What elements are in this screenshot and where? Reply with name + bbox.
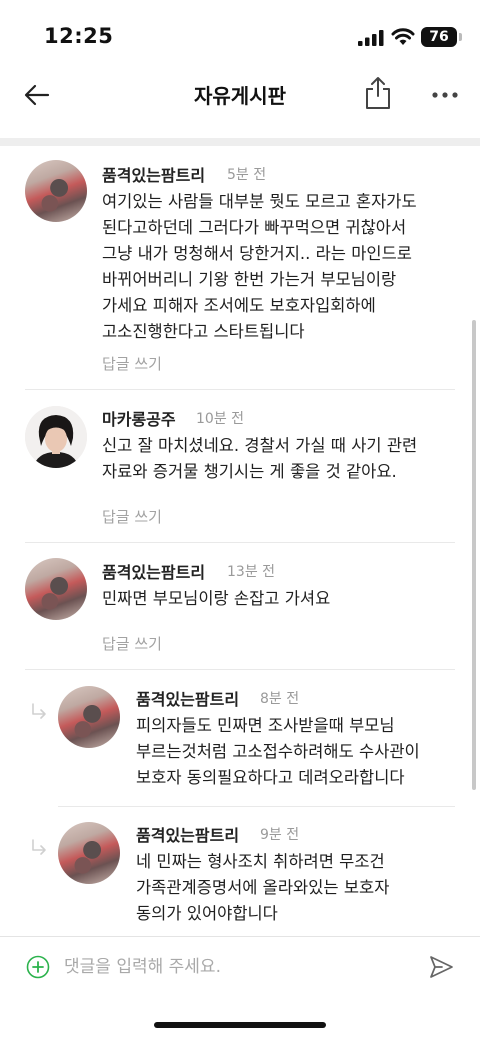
app-header: 자유게시판	[0, 70, 480, 120]
comment-separator	[25, 389, 455, 390]
person-avatar-icon	[25, 406, 87, 468]
comment-text: 신고 잘 마치셨네요. 경찰서 가실 때 사기 관련 자료와 증거물 챙기시는 …	[102, 436, 418, 481]
reply-button[interactable]: 답글 쓰기	[102, 353, 162, 374]
home-indicator	[154, 1022, 326, 1028]
send-icon[interactable]	[428, 954, 454, 980]
reply-time: 9분 전	[260, 827, 300, 843]
comment-text: 여기있는 사람들 대부분 뭣도 모르고 혼자가도 된다고하던데 그러다가 빠꾸먹…	[102, 192, 417, 341]
add-attachment-icon[interactable]	[26, 955, 50, 979]
status-time: 12:25	[44, 24, 114, 48]
reply-text: 피의자들도 민짜면 조사받을때 부모님 부르는것처럼 고소접수하려해도 수사관이…	[136, 716, 420, 787]
reply-time: 8분 전	[260, 691, 300, 707]
avatar[interactable]	[25, 558, 87, 620]
reply-indent-icon	[32, 839, 46, 855]
reply-button[interactable]: 답글 쓰기	[102, 633, 162, 654]
reply-text: 네 민짜는 형사조치 취하려면 무조건 가족관계증명서에 올라와있는 보호자 동…	[136, 852, 390, 923]
battery-indicator: 76	[421, 27, 457, 47]
status-bar: 12:25 76	[0, 0, 480, 70]
avatar[interactable]	[25, 160, 87, 222]
more-options-icon[interactable]	[430, 82, 460, 108]
comment-list: 품격있는팜트리 5분 전 여기있는 사람들 대부분 뭣도 모르고 혼자가도 된다…	[0, 146, 480, 936]
reply-button[interactable]: 답글 쓰기	[102, 506, 162, 527]
comment-text: 민짜면 부모님이랑 손잡고 가셔요	[102, 589, 331, 608]
reply-indent-icon	[32, 703, 46, 719]
comment-time: 5분 전	[227, 167, 267, 183]
comment-separator	[25, 542, 455, 543]
comment-author[interactable]: 품격있는팜트리	[102, 162, 205, 186]
avatar[interactable]	[58, 822, 120, 884]
reply-author[interactable]: 품격있는팜트리	[136, 822, 239, 846]
wifi-icon	[391, 28, 415, 45]
scrollbar[interactable]	[472, 320, 476, 790]
comment-input-bar	[0, 936, 480, 1000]
avatar[interactable]	[58, 686, 120, 748]
page-title: 자유게시판	[194, 84, 286, 108]
section-divider	[0, 138, 480, 146]
comment-author[interactable]: 마카롱공주	[102, 406, 176, 430]
avatar[interactable]	[25, 406, 87, 468]
comment-input[interactable]	[64, 949, 404, 985]
battery-cap	[459, 33, 462, 41]
comment-author[interactable]: 품격있는팜트리	[102, 559, 205, 583]
comment-separator	[58, 806, 455, 807]
reply-author[interactable]: 품격있는팜트리	[136, 686, 239, 710]
comment-time: 10분 전	[196, 411, 245, 427]
signal-icon	[358, 30, 384, 46]
comment-separator	[25, 669, 455, 670]
share-icon[interactable]	[364, 76, 392, 110]
comment-time: 13분 전	[227, 564, 276, 580]
